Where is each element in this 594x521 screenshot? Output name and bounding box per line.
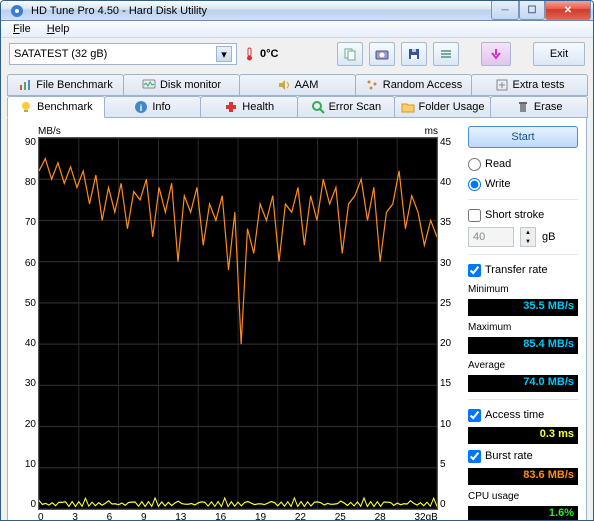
list-icon: [439, 47, 453, 61]
radio-read[interactable]: Read: [468, 156, 578, 172]
chart-plot: [38, 137, 438, 510]
menu-file[interactable]: File: [5, 21, 39, 37]
tab-extra-tests[interactable]: Extra tests: [471, 74, 588, 96]
device-select-value: SATATEST (32 gB): [14, 48, 216, 60]
temperature-value: 0°C: [260, 48, 278, 60]
folder-icon: [401, 100, 415, 114]
y-left-ticks: 9080706050403020100: [16, 137, 38, 510]
tab-aam[interactable]: AAM: [239, 74, 356, 96]
minimize-button[interactable]: ─: [491, 1, 519, 20]
app-icon: [9, 3, 25, 19]
tab-folder-usage[interactable]: Folder Usage: [394, 96, 492, 118]
tab-erase[interactable]: Erase: [490, 96, 588, 118]
copy-info-button[interactable]: [337, 42, 363, 66]
start-button[interactable]: Start: [468, 126, 578, 148]
health-icon: [224, 100, 238, 114]
tab-content: MB/s ms 9080706050403020100 454035302520…: [7, 117, 587, 521]
tab-row-top: File Benchmark Disk monitor AAM Random A…: [7, 74, 587, 96]
label-cpu-usage: CPU usage: [468, 491, 578, 502]
trash-icon: [516, 100, 530, 114]
tab-info[interactable]: iInfo: [104, 96, 202, 118]
tab-benchmark[interactable]: Benchmark: [7, 96, 105, 118]
options-button[interactable]: [433, 42, 459, 66]
speaker-icon: [277, 78, 291, 92]
device-select[interactable]: SATATEST (32 gB) ▾: [9, 43, 237, 65]
tab-row-bottom: Benchmark iInfo Health Error Scan Folder…: [7, 96, 587, 118]
window-title: HD Tune Pro 4.50 - Hard Disk Utility: [31, 5, 491, 17]
svg-text:i: i: [140, 103, 143, 113]
side-panel: Start Read Write Short stroke 40 ▲▼ gB T…: [468, 126, 578, 521]
value-access-time: 0.3 ms: [468, 427, 578, 444]
menu-bar: File Help: [1, 21, 593, 38]
value-maximum: 85.4 MB/s: [468, 337, 578, 354]
chevron-down-icon: ▾: [216, 46, 232, 62]
tools-icon: [495, 78, 509, 92]
y-left-label: MB/s: [38, 126, 66, 137]
value-minimum: 35.5 MB/s: [468, 299, 578, 316]
chart-area: MB/s ms 9080706050403020100 454035302520…: [16, 126, 460, 521]
exit-button[interactable]: Exit: [533, 42, 585, 66]
check-access-time[interactable]: Access time: [468, 407, 578, 423]
short-stroke-value: 40: [468, 227, 514, 247]
save-button[interactable]: [401, 42, 427, 66]
camera-icon: [375, 47, 389, 61]
tab-health[interactable]: Health: [200, 96, 298, 118]
exit-label: Exit: [550, 48, 568, 60]
short-stroke-spinner: ▲▼: [520, 227, 536, 247]
y-right-ticks: 454035302520151050: [438, 137, 460, 510]
screenshot-button[interactable]: [369, 42, 395, 66]
bulb-icon: [19, 100, 33, 114]
search-icon: [311, 100, 325, 114]
label-maximum: Maximum: [468, 322, 578, 333]
maximize-button[interactable]: ☐: [519, 1, 545, 20]
value-burst-rate: 83.6 MB/s: [468, 468, 578, 485]
menu-help[interactable]: Help: [39, 21, 78, 37]
down-arrow-icon: [489, 47, 503, 61]
label-minimum: Minimum: [468, 284, 578, 295]
copy-icon: [343, 47, 357, 61]
y-right-label: ms: [66, 126, 438, 137]
tab-file-benchmark[interactable]: File Benchmark: [7, 74, 124, 96]
titlebar[interactable]: HD Tune Pro 4.50 - Hard Disk Utility ─ ☐…: [1, 1, 593, 21]
monitor-icon: [142, 78, 156, 92]
thermometer-icon: [243, 47, 257, 61]
value-cpu-usage: 1.6%: [468, 506, 578, 521]
check-short-stroke[interactable]: Short stroke: [468, 207, 578, 223]
check-transfer-rate[interactable]: Transfer rate: [468, 262, 578, 278]
info-icon: i: [134, 100, 148, 114]
random-icon: [365, 78, 379, 92]
toolbar: SATATEST (32 gB) ▾ 0°C Exit: [1, 38, 593, 70]
check-burst-rate[interactable]: Burst rate: [468, 448, 578, 464]
label-average: Average: [468, 360, 578, 371]
run-button[interactable]: [481, 42, 511, 66]
value-average: 74.0 MB/s: [468, 375, 578, 392]
tab-error-scan[interactable]: Error Scan: [297, 96, 395, 118]
chart-icon: [18, 78, 32, 92]
floppy-icon: [407, 47, 421, 61]
temperature-display: 0°C: [243, 47, 278, 61]
app-window: HD Tune Pro 4.50 - Hard Disk Utility ─ ☐…: [0, 0, 594, 521]
x-ticks: 036913161922252832gB: [38, 512, 438, 521]
tab-disk-monitor[interactable]: Disk monitor: [123, 74, 240, 96]
close-button[interactable]: ✕: [545, 1, 591, 20]
short-stroke-unit: gB: [542, 231, 555, 243]
tab-random-access[interactable]: Random Access: [355, 74, 472, 96]
radio-write[interactable]: Write: [468, 176, 578, 192]
